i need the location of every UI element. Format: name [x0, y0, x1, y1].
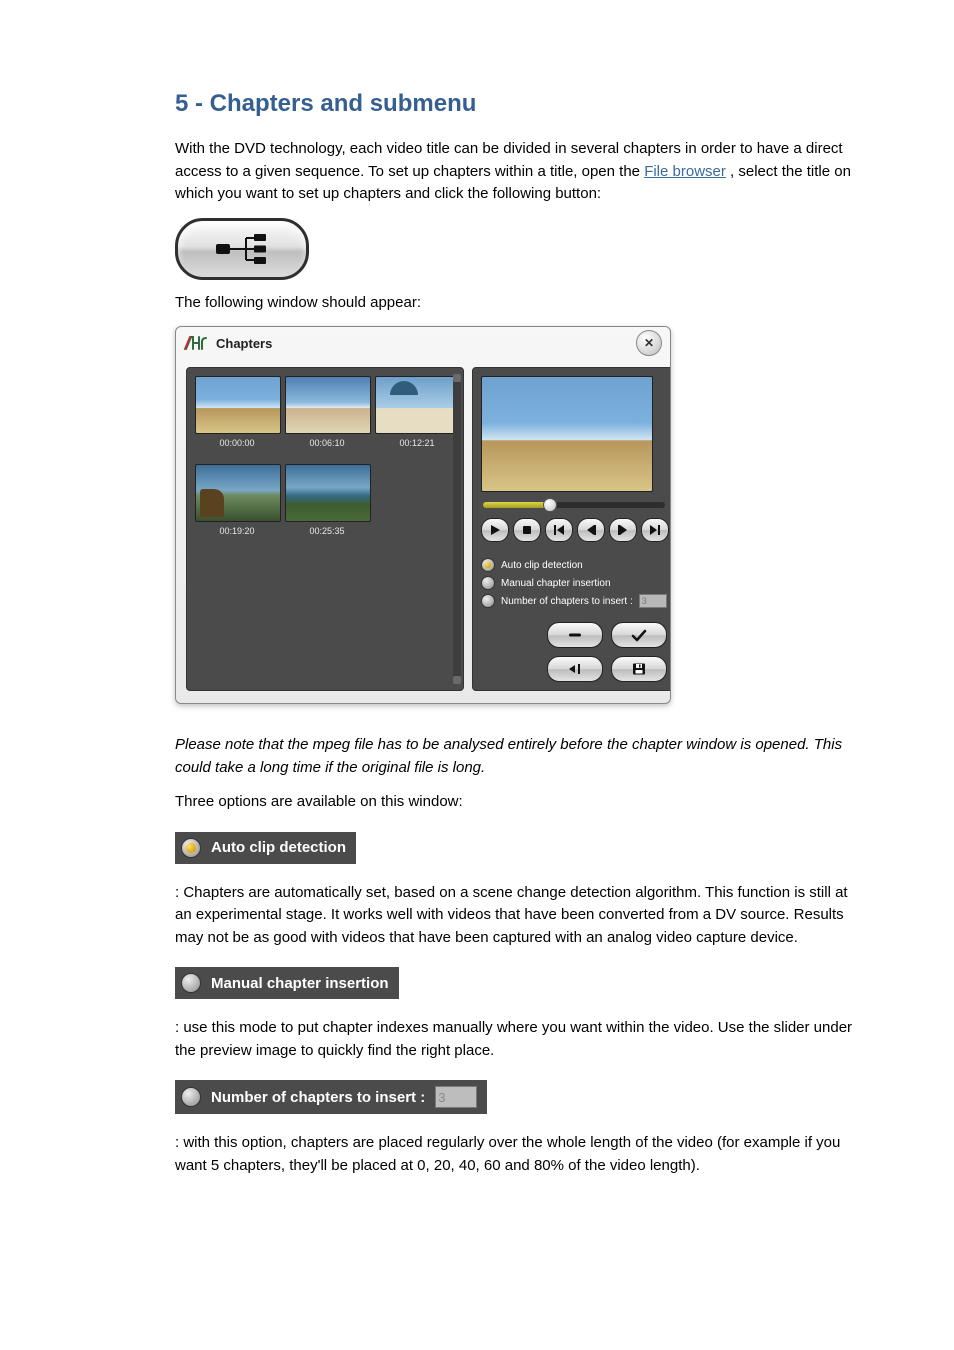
chapter-thumbnail[interactable]: 00:12:21 [375, 376, 459, 448]
chapters-dialog: Chapters ✕ 00:00:00 00:06:10 [175, 326, 671, 704]
play-button[interactable] [481, 518, 509, 542]
thumbnail-time: 00:00:00 [195, 438, 279, 448]
thumbnail-scrollbar[interactable] [453, 374, 461, 684]
section-heading: 5 - Chapters and submenu [175, 90, 864, 118]
skip-prev-icon [553, 524, 565, 536]
chapter-count-input[interactable] [639, 594, 667, 608]
preview-pane: Auto clip detection Manual chapter inser… [472, 367, 671, 691]
stop-button[interactable] [513, 518, 541, 542]
mpeg-note: Please note that the mpeg file has to be… [175, 734, 864, 779]
thumbnail-time: 00:19:20 [195, 526, 279, 536]
thumbnail-image [285, 464, 371, 522]
radio-label: Auto clip detection [501, 560, 583, 571]
thumbnail-image [195, 376, 281, 434]
radio-label: Manual chapter insertion [501, 578, 611, 589]
chip-auto-detection[interactable]: Auto clip detection [175, 832, 356, 864]
insert-chapter-button[interactable] [547, 656, 603, 682]
dialog-title: Chapters [216, 336, 272, 351]
options-intro: Three options are available on this wind… [175, 791, 864, 814]
remove-chapter-button[interactable] [547, 622, 603, 648]
radio-number-chapters[interactable]: Number of chapters to insert : [481, 594, 667, 608]
seek-fill [483, 502, 549, 508]
opt2-desc: : use this mode to put chapter indexes m… [175, 1017, 864, 1062]
app-logo-icon [184, 334, 210, 352]
floppy-icon [630, 662, 648, 676]
skip-next-icon [649, 524, 661, 536]
close-icon: ✕ [644, 336, 654, 350]
radio-auto-detection[interactable]: Auto clip detection [481, 558, 667, 572]
thumbnail-image [195, 464, 281, 522]
confirm-button[interactable] [611, 622, 667, 648]
next-chapter-button[interactable] [641, 518, 669, 542]
intro-paragraph: With the DVD technology, each video titl… [175, 138, 864, 206]
radio-icon [481, 594, 495, 608]
opt3-desc: : with this option, chapters are placed … [175, 1132, 864, 1177]
dialog-close-button[interactable]: ✕ [636, 330, 662, 356]
insert-arrow-icon [566, 662, 584, 676]
chip-label: Auto clip detection [211, 839, 346, 856]
chip-number-chapters[interactable]: Number of chapters to insert : [175, 1080, 487, 1114]
minus-icon [566, 628, 584, 642]
save-button[interactable] [611, 656, 667, 682]
radio-manual-insertion[interactable]: Manual chapter insertion [481, 576, 667, 590]
step-fwd-button[interactable] [609, 518, 637, 542]
thumbnail-pane: 00:00:00 00:06:10 00:12:21 00:19:20 [186, 367, 464, 691]
thumbnail-time: 00:12:21 [375, 438, 459, 448]
check-icon [630, 628, 648, 642]
step-back-icon [585, 524, 597, 536]
step-back-button[interactable] [577, 518, 605, 542]
prev-chapter-button[interactable] [545, 518, 573, 542]
open-chapters-button[interactable] [175, 218, 309, 280]
hierarchy-icon [212, 232, 272, 266]
chip-manual-insertion[interactable]: Manual chapter insertion [175, 967, 399, 999]
thumbnail-time: 00:25:35 [285, 526, 369, 536]
radio-label: Number of chapters to insert : [501, 596, 633, 607]
radio-icon [181, 1087, 201, 1107]
chapter-thumbnail[interactable]: 00:25:35 [285, 464, 369, 536]
thumbnail-image [375, 376, 461, 434]
file-browser-link[interactable]: File browser [644, 163, 726, 180]
radio-icon [181, 973, 201, 993]
thumbnail-image [285, 376, 371, 434]
chip-label: Manual chapter insertion [211, 975, 389, 992]
chapter-thumbnail[interactable]: 00:00:00 [195, 376, 279, 448]
chapter-thumbnail[interactable]: 00:06:10 [285, 376, 369, 448]
radio-icon [481, 576, 495, 590]
chip-label: Number of chapters to insert : [211, 1089, 425, 1106]
seek-knob[interactable] [543, 498, 557, 512]
opt1-desc: : Chapters are automatically set, based … [175, 882, 864, 950]
after-button-text: The following window should appear: [175, 292, 864, 315]
stop-icon [521, 524, 533, 536]
radio-icon [481, 558, 495, 572]
seek-slider[interactable] [483, 502, 665, 508]
thumbnail-time: 00:06:10 [285, 438, 369, 448]
play-icon [489, 524, 501, 536]
preview-image [481, 376, 653, 492]
chip-chapter-count-input[interactable] [435, 1086, 477, 1108]
chapter-thumbnail[interactable]: 00:19:20 [195, 464, 279, 536]
step-fwd-icon [617, 524, 629, 536]
radio-icon [181, 838, 201, 858]
